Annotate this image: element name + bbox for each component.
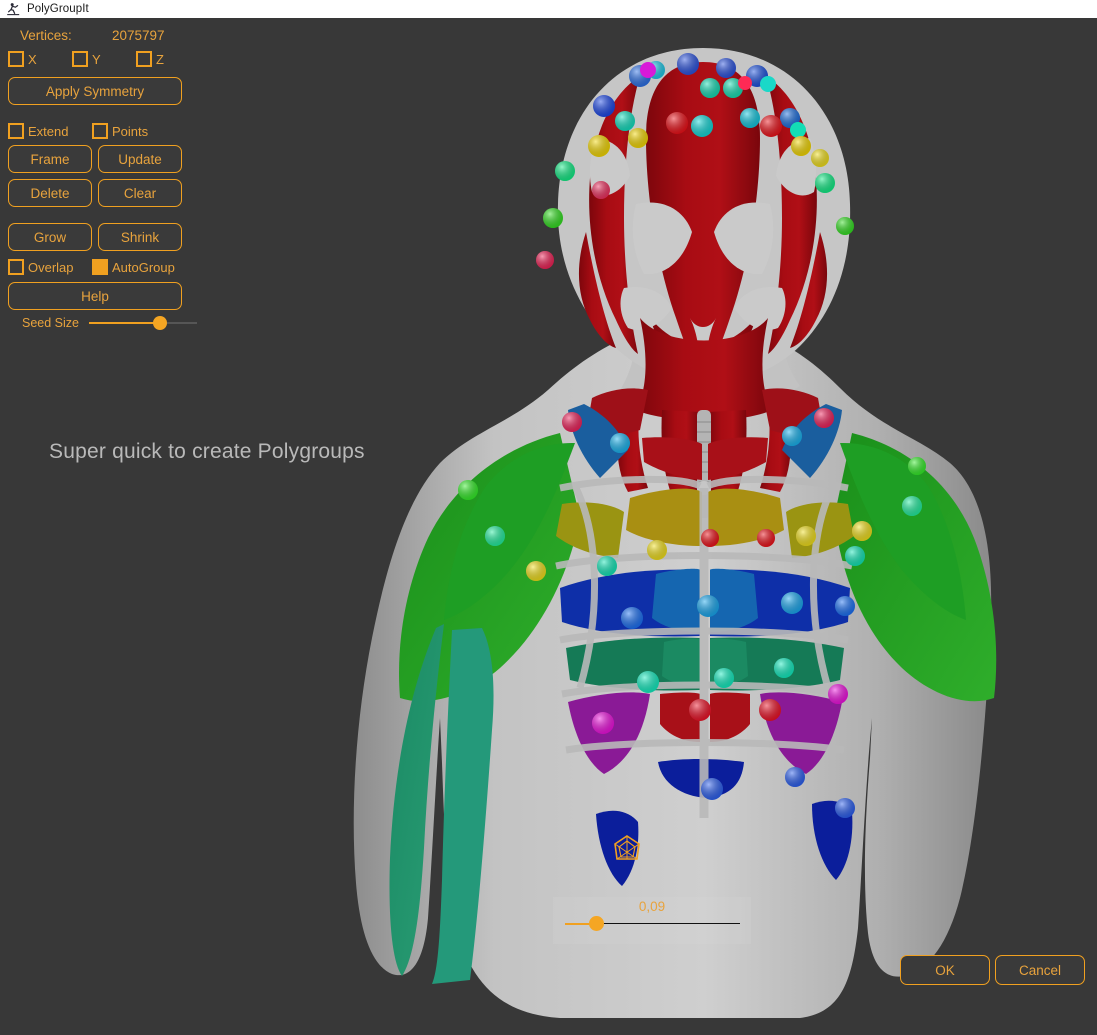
checkbox-box-points[interactable] xyxy=(92,123,108,139)
ok-button[interactable]: OK xyxy=(900,955,990,985)
checkbox-overlap[interactable]: Overlap xyxy=(8,259,92,275)
checkbox-box-overlap[interactable] xyxy=(8,259,24,275)
action-button-grid: Frame Update Delete Clear xyxy=(8,145,182,207)
apply-symmetry-button[interactable]: Apply Symmetry xyxy=(8,77,182,105)
checkbox-label-extend: Extend xyxy=(28,123,69,139)
cancel-button[interactable]: Cancel xyxy=(995,955,1085,985)
polygroupit-window: PolyGroupIt Vertices: 2075797 X Y Z Appl… xyxy=(0,0,1097,1035)
seed-size-label: Seed Size xyxy=(22,316,79,330)
checkbox-extend[interactable]: Extend xyxy=(8,123,92,139)
shrink-button[interactable]: Shrink xyxy=(98,223,182,251)
checkbox-label-autogroup: AutoGroup xyxy=(112,259,175,275)
frame-button[interactable]: Frame xyxy=(8,145,92,173)
brush-size-value: 0,09 xyxy=(638,899,666,914)
checkbox-axis-z[interactable]: Z xyxy=(136,51,200,67)
caption-text: Super quick to create Polygroups xyxy=(49,440,365,463)
grow-button[interactable]: Grow xyxy=(8,223,92,251)
checkbox-points[interactable]: Points xyxy=(92,123,168,139)
options-row-1: Extend Points xyxy=(8,123,200,139)
checkbox-box-autogroup[interactable] xyxy=(92,259,108,275)
checkbox-label-points: Points xyxy=(112,123,149,139)
checkbox-autogroup[interactable]: AutoGroup xyxy=(92,259,175,275)
options-row-2: Overlap AutoGroup xyxy=(8,259,200,275)
window-title: PolyGroupIt xyxy=(27,3,89,15)
delete-button[interactable]: Delete xyxy=(8,179,92,207)
checkbox-axis-y[interactable]: Y xyxy=(72,51,136,67)
checkbox-label-overlap: Overlap xyxy=(28,259,74,275)
checkbox-box-extend[interactable] xyxy=(8,123,24,139)
growshrink-button-grid: Grow Shrink xyxy=(8,223,182,251)
checkbox-label-x: X xyxy=(28,51,37,67)
update-button[interactable]: Update xyxy=(98,145,182,173)
checkbox-axis-x[interactable]: X xyxy=(8,51,72,67)
vertices-label: Vertices: xyxy=(20,28,72,43)
checkbox-label-z: Z xyxy=(156,51,164,67)
dialog-footer: OK Cancel xyxy=(900,955,1085,985)
clear-button[interactable]: Clear xyxy=(98,179,182,207)
checkbox-box-y[interactable] xyxy=(72,51,88,67)
seed-size-row: Seed Size xyxy=(8,316,200,330)
checkbox-label-y: Y xyxy=(92,51,101,67)
checkbox-box-x[interactable] xyxy=(8,51,24,67)
seed-size-slider[interactable] xyxy=(88,316,197,330)
vertices-value: 2075797 xyxy=(112,28,165,43)
tool-panel: Vertices: 2075797 X Y Z Apply Symmetry E… xyxy=(0,18,200,388)
window-titlebar: PolyGroupIt xyxy=(0,0,1097,18)
help-row: Help xyxy=(8,282,200,310)
brush-size-handle[interactable] xyxy=(589,916,604,931)
brush-size-slider-overlay[interactable]: 0,09 xyxy=(553,897,751,944)
checkbox-box-z[interactable] xyxy=(136,51,152,67)
symmetry-axis-row: X Y Z xyxy=(8,49,200,69)
vertices-row: Vertices: 2075797 xyxy=(20,28,200,43)
help-button[interactable]: Help xyxy=(8,282,182,310)
seed-size-handle[interactable] xyxy=(152,316,167,330)
figure-icon xyxy=(6,2,21,17)
